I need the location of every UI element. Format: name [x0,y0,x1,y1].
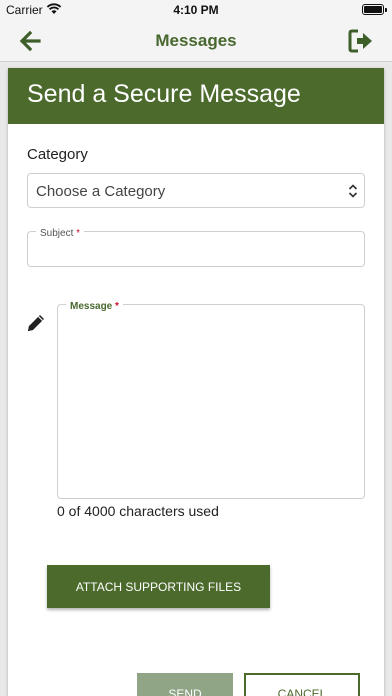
category-select[interactable]: Choose a Category [27,173,365,208]
required-marker: * [76,228,81,239]
status-bar: Carrier 4:10 PM [0,0,392,20]
character-count: 0 of 4000 characters used [57,503,219,519]
status-time: 4:10 PM [173,3,219,17]
message-field[interactable]: Message * [57,301,365,499]
subject-field[interactable]: Subject * [27,228,365,267]
message-label: Message * [66,301,123,312]
category-label: Category [27,146,88,163]
required-marker: * [115,301,119,312]
cancel-button[interactable]: CANCEL [244,673,360,696]
form-heading: Send a Secure Message [8,68,384,124]
chevron-up-down-icon [348,184,358,198]
send-button[interactable]: SEND [137,673,233,696]
subject-label: Subject * [36,228,85,239]
sign-out-icon[interactable] [348,28,374,54]
page-title: Messages [155,31,237,50]
attach-files-button[interactable]: ATTACH SUPPORTING FILES [47,565,270,608]
category-select-value: Choose a Category [36,183,166,200]
nav-bar: Messages [0,20,392,62]
battery-icon [362,4,387,15]
pencil-icon [28,315,44,331]
message-form-card: Send a Secure Message Category Choose a … [8,68,384,696]
